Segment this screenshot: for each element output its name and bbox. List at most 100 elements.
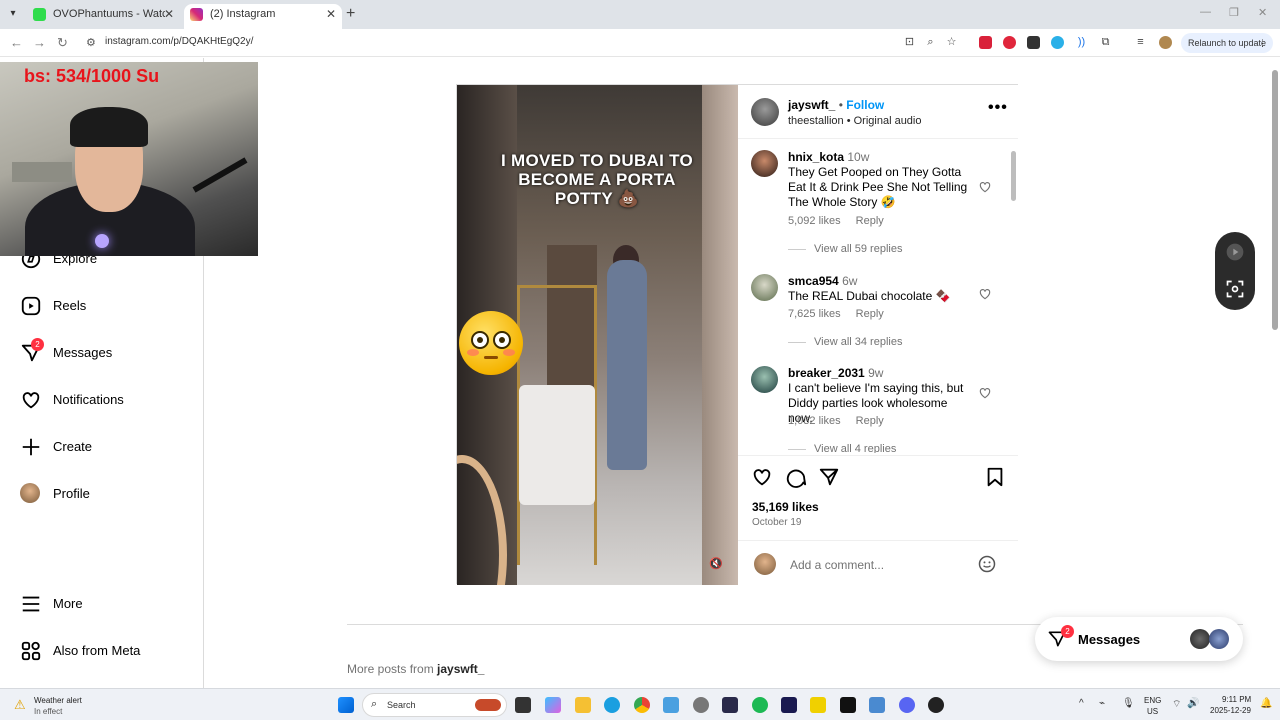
extension-icon[interactable] xyxy=(1027,36,1040,49)
comment-like-icon[interactable] xyxy=(978,287,992,301)
maximize-button[interactable]: ❐ xyxy=(1229,6,1239,19)
like-heart-icon[interactable] xyxy=(751,466,773,488)
install-app-icon[interactable]: ⊡ xyxy=(903,36,916,49)
post-video[interactable]: I MOVED TO DUBAI TO BECOME A PORTA POTTY… xyxy=(457,85,738,585)
page-scrollbar-thumb[interactable] xyxy=(1272,70,1278,330)
comment-likes[interactable]: 7,625 likes xyxy=(788,308,841,320)
likes-count[interactable]: 35,169 likes xyxy=(752,500,819,514)
page-scrollbar[interactable] xyxy=(1270,58,1280,688)
file-explorer-icon[interactable] xyxy=(575,697,591,713)
extension-icon[interactable] xyxy=(1003,36,1016,49)
clock-time[interactable]: 9:11 PM xyxy=(1222,695,1251,704)
settings-icon[interactable] xyxy=(693,697,709,713)
site-info-icon[interactable]: ⚙ xyxy=(86,36,96,49)
extension-icon[interactable] xyxy=(979,36,992,49)
notepad-icon[interactable] xyxy=(663,697,679,713)
comment-meta: 5,092 likes Reply xyxy=(788,215,896,227)
terminal-icon[interactable] xyxy=(722,697,738,713)
snipping-tool-icon[interactable] xyxy=(869,697,885,713)
view-replies-button[interactable]: View all 34 replies xyxy=(788,336,902,348)
close-tab-icon[interactable]: ✕ xyxy=(164,4,174,25)
author-avatar[interactable] xyxy=(751,98,779,126)
extension-icon[interactable] xyxy=(1051,36,1064,49)
commenter-avatar[interactable] xyxy=(751,274,778,301)
commenter-username[interactable]: smca954 xyxy=(788,274,839,288)
follow-button[interactable]: Follow xyxy=(846,98,884,112)
muted-speaker-icon[interactable]: 🔇 xyxy=(707,555,725,573)
obs-icon[interactable] xyxy=(928,697,944,713)
more-posts-user[interactable]: jayswft_ xyxy=(437,662,484,676)
tray-overflow-icon[interactable]: ^ xyxy=(1079,698,1084,709)
language-indicator[interactable]: ENG xyxy=(1144,696,1161,705)
windows-start-icon[interactable] xyxy=(338,697,354,713)
author-username[interactable]: jayswft_ xyxy=(788,98,835,112)
address-bar[interactable]: ⚙ instagram.com/p/DQAKHtEgQ2y/ xyxy=(80,32,960,54)
author-line: jayswft_ • Follow xyxy=(788,98,884,112)
notification-bell-icon[interactable]: 🔔 xyxy=(1260,698,1272,709)
comment-likes[interactable]: 5,092 likes xyxy=(788,215,841,227)
messages-pill-button[interactable]: 2 Messages xyxy=(1035,617,1243,661)
extension-icon[interactable]: )) xyxy=(1075,36,1088,49)
browser-tab-instagram[interactable]: (2) Instagram ✕ xyxy=(184,4,342,29)
close-tab-icon[interactable]: ✕ xyxy=(326,4,336,25)
extensions-puzzle-icon[interactable]: ⧉ xyxy=(1099,36,1112,49)
relaunch-to-update-button[interactable]: Relaunch to update ⋮ xyxy=(1181,33,1273,53)
play-icon[interactable] xyxy=(1225,242,1245,262)
premiere-icon[interactable] xyxy=(781,697,797,713)
discord-icon[interactable] xyxy=(899,697,915,713)
network-icon[interactable]: ⌁ xyxy=(1099,698,1105,709)
zoom-icon[interactable]: ⌕ xyxy=(924,36,937,49)
task-view-icon[interactable] xyxy=(515,697,531,713)
more-options-icon[interactable]: ••• xyxy=(988,99,1008,117)
comments-scrollbar[interactable] xyxy=(1011,143,1016,453)
new-tab-button[interactable]: + xyxy=(346,5,355,23)
back-button[interactable]: ← xyxy=(10,35,23,50)
minimize-button[interactable]: — xyxy=(1200,6,1211,18)
forward-button[interactable]: → xyxy=(33,35,46,50)
conversation-avatar xyxy=(1190,629,1210,649)
tiktok-icon[interactable] xyxy=(840,697,856,713)
copilot-icon[interactable] xyxy=(545,697,561,713)
scrollbar-thumb[interactable] xyxy=(1011,151,1016,201)
volume-icon[interactable]: 🔊 xyxy=(1187,698,1199,709)
view-replies-button[interactable]: View all 59 replies xyxy=(788,243,902,255)
close-window-button[interactable]: ✕ xyxy=(1258,6,1267,19)
tab-search-button[interactable]: ▾ xyxy=(5,6,21,22)
add-comment-bar: Add a comment... xyxy=(738,540,1018,586)
reading-list-icon[interactable]: ≡ xyxy=(1134,36,1147,49)
edge-icon[interactable] xyxy=(604,697,620,713)
wifi-icon[interactable]: ⌔ xyxy=(1172,698,1181,711)
emoji-picker-icon[interactable] xyxy=(977,554,997,574)
commenter-username[interactable]: hnix_kota xyxy=(788,150,844,164)
share-icon[interactable] xyxy=(818,466,840,488)
reply-button[interactable]: Reply xyxy=(856,415,884,427)
screenshot-icon[interactable] xyxy=(1225,279,1245,299)
microphone-icon[interactable]: 🎙 xyxy=(1122,698,1135,709)
save-bookmark-icon[interactable] xyxy=(984,466,1006,488)
comment-like-icon[interactable] xyxy=(978,180,992,194)
post-header: jayswft_ • Follow theestallion • Origina… xyxy=(738,85,1018,139)
browser-tab-ovophantuums[interactable]: OVOPhantuums - Watch clips o ✕ xyxy=(27,4,180,29)
reels-icon xyxy=(21,296,41,316)
comment-likes[interactable]: 1,032 likes xyxy=(788,415,841,427)
commenter-avatar[interactable] xyxy=(751,150,778,177)
spotify-icon[interactable] xyxy=(752,697,768,713)
chrome-icon[interactable] xyxy=(634,697,650,713)
taskbar-search[interactable]: ⌕ Search xyxy=(362,693,507,717)
post-date: October 19 xyxy=(752,517,802,528)
commenter-username[interactable]: breaker_2031 xyxy=(788,366,865,380)
reply-button[interactable]: Reply xyxy=(856,215,884,227)
background-shelf xyxy=(12,162,72,182)
audio-line[interactable]: theestallion • Original audio xyxy=(788,115,922,127)
weather-title[interactable]: Weather alert xyxy=(34,696,82,705)
reload-button[interactable]: ↻ xyxy=(57,35,68,51)
bookmark-star-icon[interactable]: ☆ xyxy=(945,36,958,49)
reply-button[interactable]: Reply xyxy=(856,308,884,320)
app-icon[interactable] xyxy=(810,697,826,713)
comment-input[interactable]: Add a comment... xyxy=(790,558,884,572)
commenter-avatar[interactable] xyxy=(751,366,778,393)
comment-like-icon[interactable] xyxy=(978,386,992,400)
comment-bubble-icon[interactable] xyxy=(785,466,807,488)
view-replies-button[interactable]: View all 4 replies xyxy=(788,443,896,453)
profile-avatar[interactable] xyxy=(1159,36,1172,49)
